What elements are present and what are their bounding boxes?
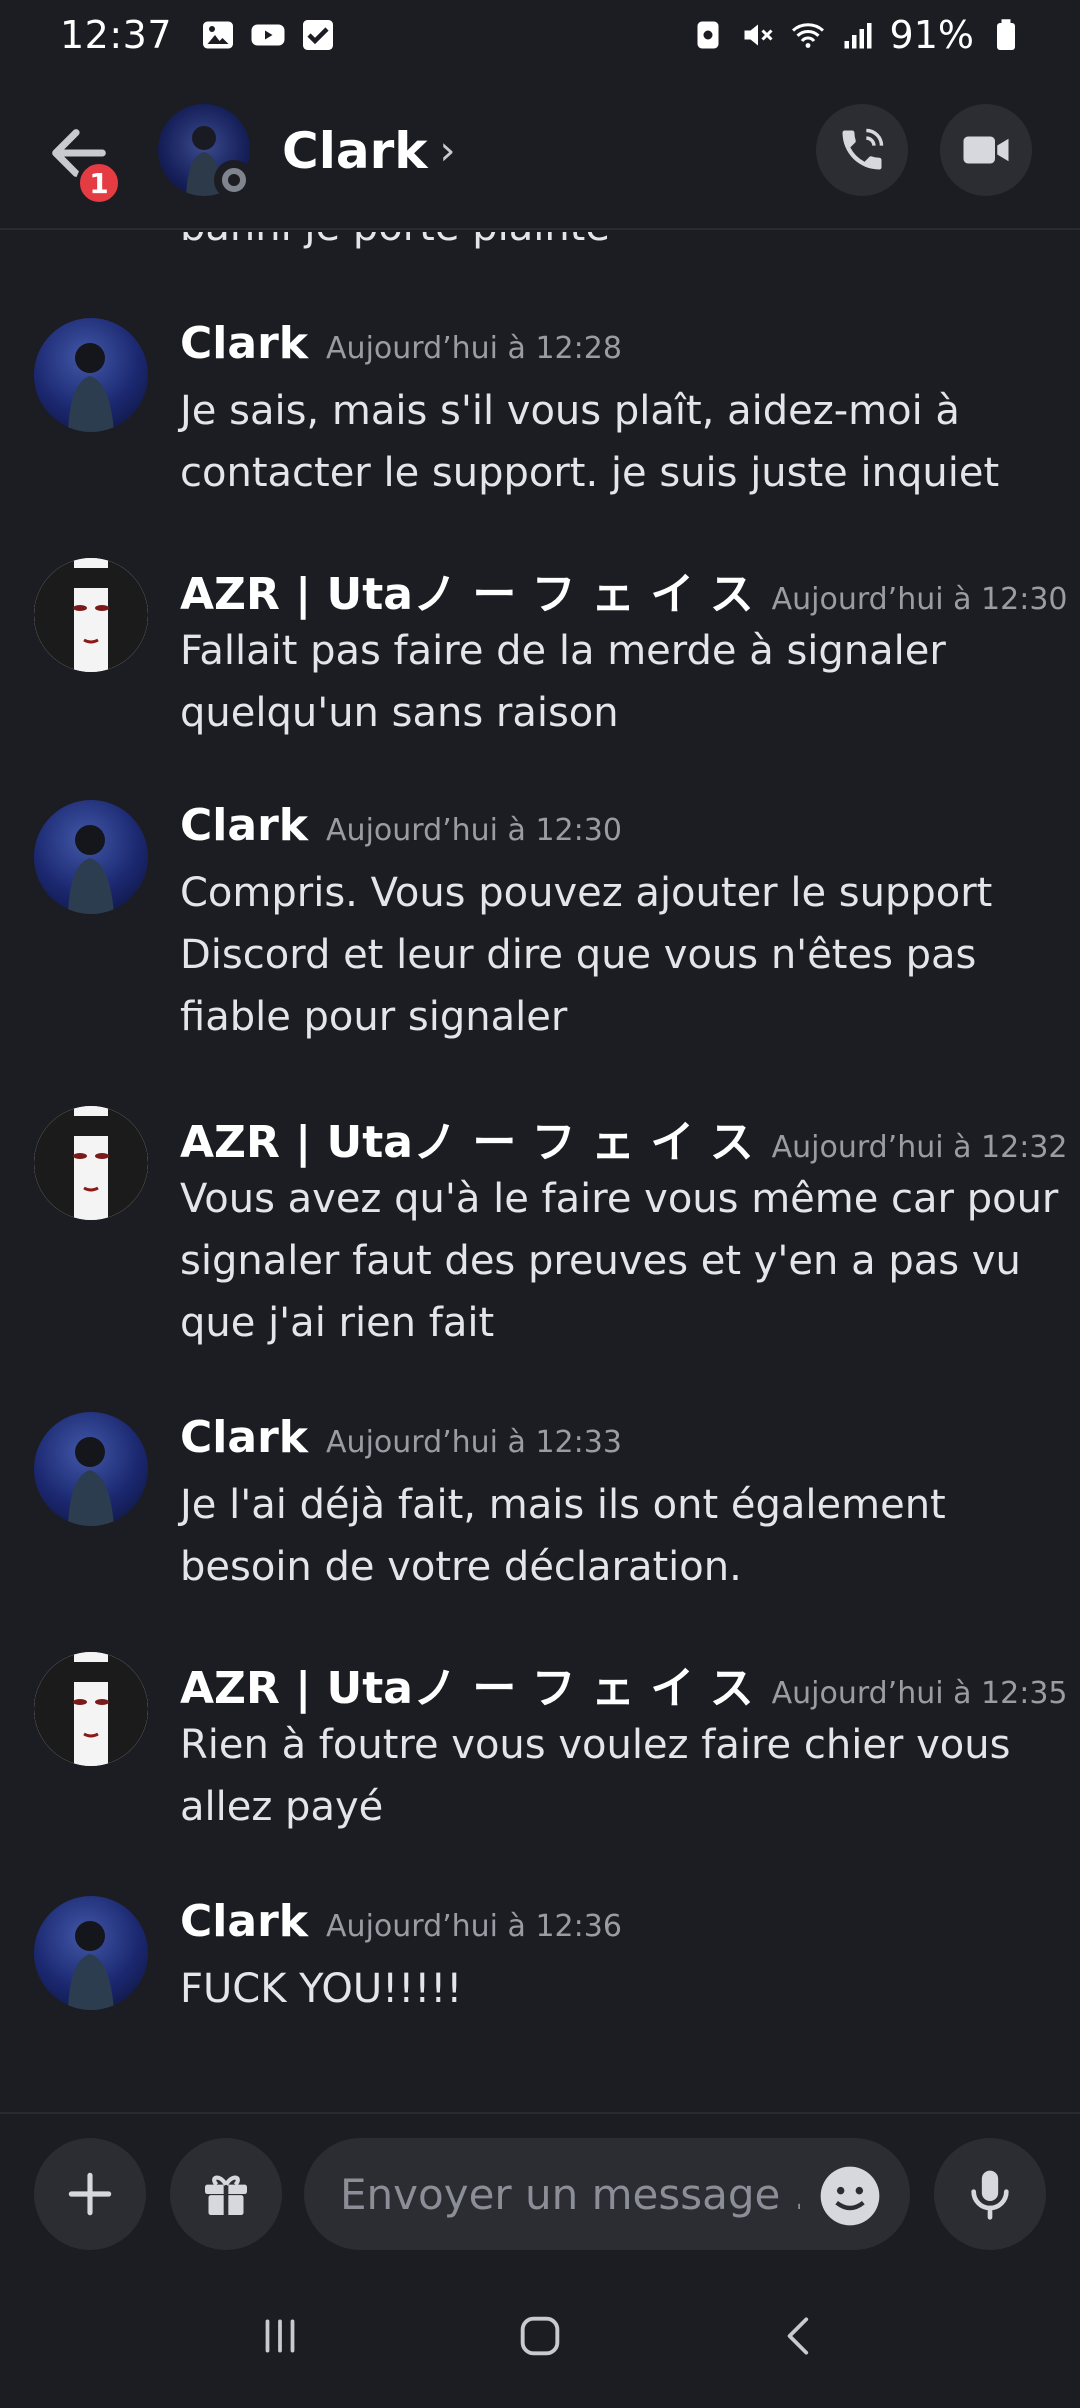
- message-timestamp: Aujourd’hui à 12:32: [771, 1130, 1068, 1165]
- message-author[interactable]: AZR | Utaノ ー フ ェ イ ス: [180, 1652, 754, 1716]
- message-composer: [0, 2112, 1080, 2264]
- checkbox-icon: [303, 20, 334, 50]
- message-text: Rien à foutre vous voulez faire chier vo…: [180, 1722, 1011, 1830]
- voice-message-button[interactable]: [934, 2138, 1046, 2250]
- status-left: 12:37: [60, 13, 336, 57]
- chevron-left-icon: [787, 2317, 809, 2355]
- mute-icon: [744, 24, 773, 46]
- chat-header: 1 Clark ›: [0, 80, 1080, 230]
- message-text: Je sais, mais s'il vous plaît, aidez-moi…: [180, 388, 1000, 496]
- system-navigation-bar: [0, 2264, 1080, 2408]
- battery-icon: [997, 19, 1015, 50]
- page-title[interactable]: Clark ›: [282, 122, 455, 180]
- avatar-face-icon: [34, 1106, 148, 1220]
- voice-call-button[interactable]: [816, 104, 908, 196]
- message-author[interactable]: Clark: [180, 318, 308, 369]
- avatar-figure-icon: [68, 343, 114, 432]
- status-right: 91%: [690, 13, 1024, 57]
- recent-apps-icon: [265, 2319, 295, 2353]
- recent-apps-button[interactable]: [245, 2301, 315, 2371]
- avatar[interactable]: [34, 800, 148, 914]
- youtube-icon: [251, 24, 285, 46]
- avatar[interactable]: [34, 318, 148, 432]
- avatar-figure-icon: [68, 1921, 114, 2010]
- battery-percent: 91%: [889, 13, 974, 57]
- system-back-button[interactable]: [765, 2301, 835, 2371]
- message-timestamp: Aujourd’hui à 12:30: [771, 582, 1068, 617]
- phone-icon: [842, 128, 884, 170]
- message-author[interactable]: AZR | Utaノ ー フ ェ イ ス: [180, 558, 754, 622]
- message-text: Compris. Vous pouvez ajouter le support …: [180, 870, 993, 1040]
- message-timestamp: Aujourd’hui à 12:30: [326, 813, 622, 848]
- avatar[interactable]: [34, 558, 148, 672]
- message-author[interactable]: Clark: [180, 1412, 308, 1463]
- avatar-face-icon: [34, 1652, 148, 1766]
- offline-status-icon: [214, 160, 254, 200]
- message-text: Vous avez qu'à le faire vous même car po…: [180, 1176, 1059, 1346]
- avatar-figure-icon: [68, 825, 114, 914]
- message-author[interactable]: Clark: [180, 800, 308, 851]
- message-timestamp: Aujourd’hui à 12:35: [771, 1676, 1068, 1711]
- avatar[interactable]: [34, 1896, 148, 2010]
- chevron-right-icon: ›: [439, 128, 456, 174]
- avatar[interactable]: [34, 1106, 148, 1220]
- gift-button[interactable]: [170, 2138, 282, 2250]
- sync-lock-icon: [697, 21, 719, 49]
- gift-icon: [205, 2175, 247, 2215]
- gallery-icon: [203, 21, 234, 49]
- message-text: Fallait pas faire de la merde à signaler…: [180, 628, 946, 736]
- video-call-button[interactable]: [940, 104, 1032, 196]
- message-text: Je l'ai déjà fait, mais ils ont égalemen…: [180, 1482, 946, 1590]
- avatar[interactable]: [34, 1412, 148, 1526]
- message-text: FUCK YOU!!!!!: [180, 1966, 463, 2012]
- video-camera-icon: [963, 136, 1009, 164]
- message-timestamp: Aujourd’hui à 12:28: [326, 331, 622, 366]
- add-attachment-button[interactable]: [34, 2138, 146, 2250]
- message-list[interactable]: banni je porte plainte Clark Aujourd’hui …: [0, 232, 1080, 2112]
- wifi-icon: [791, 23, 824, 48]
- notification-badge: 1: [76, 160, 122, 206]
- signal-icon: [844, 23, 872, 49]
- message-timestamp: Aujourd’hui à 12:33: [326, 1425, 622, 1460]
- avatar-figure-icon: [68, 1437, 114, 1526]
- avatar-face-icon: [34, 558, 148, 672]
- home-icon: [520, 2316, 560, 2356]
- microphone-icon: [971, 2170, 1009, 2220]
- status-time: 12:37: [60, 13, 173, 57]
- header-title-text: Clark: [282, 122, 428, 180]
- home-button[interactable]: [505, 2301, 575, 2371]
- message-timestamp: Aujourd’hui à 12:36: [326, 1909, 622, 1944]
- status-bar: 12:37 91%: [0, 0, 1080, 70]
- message-author[interactable]: Clark: [180, 1896, 308, 1947]
- message-author[interactable]: AZR | Utaノ ー フ ェ イ ス: [180, 1106, 754, 1170]
- avatar[interactable]: [34, 1652, 148, 1766]
- partial-message-text: banni je porte plainte: [180, 232, 610, 250]
- emoji-icon[interactable]: [818, 2164, 882, 2228]
- plus-icon: [68, 2172, 112, 2216]
